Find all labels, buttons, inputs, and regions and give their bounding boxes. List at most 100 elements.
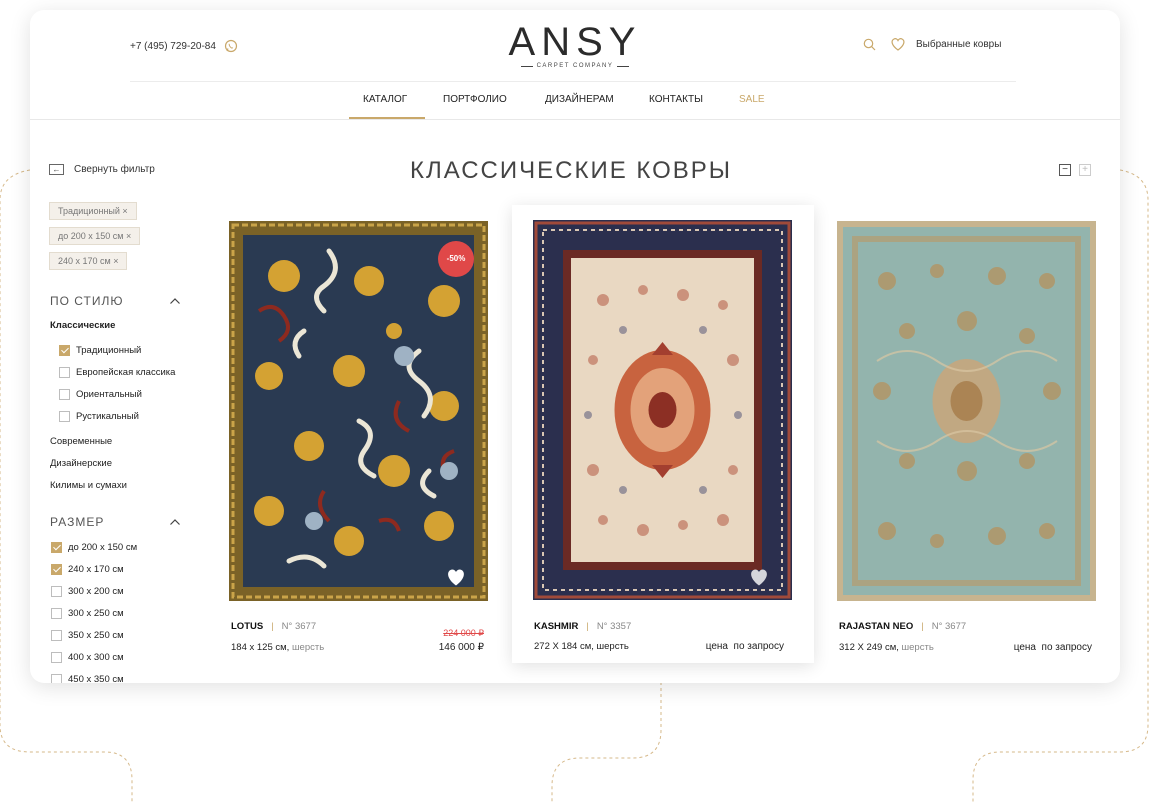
heart-icon — [891, 38, 905, 51]
separator: | — [921, 621, 924, 632]
option-label: Традиционный — [76, 345, 142, 356]
browser-window: +7 (495) 729-20-84 ANSY CARPET COMPANY В… — [30, 10, 1120, 683]
style-option-oriental[interactable]: Ориентальный — [59, 389, 142, 400]
product-name[interactable]: LOTUS — [231, 621, 263, 632]
product-price: цена по запросу — [705, 641, 784, 652]
zoom-in-button[interactable]: + — [1079, 164, 1091, 176]
checkbox[interactable] — [51, 586, 62, 597]
checkbox[interactable] — [59, 411, 70, 422]
active-filter-tag[interactable]: Традиционный × — [49, 202, 137, 220]
product-price: 146 000 ₽ — [438, 642, 484, 653]
discount-badge: -50% — [438, 241, 474, 277]
product-material: шерсть — [596, 641, 629, 652]
product-card-lotus[interactable]: -50% LOTUS | N° 3677 224 000 ₽ 184 x 125… — [229, 221, 489, 661]
view-toggle: − + — [1059, 164, 1091, 176]
arrow-left-icon: ← — [49, 164, 64, 175]
header-phone[interactable]: +7 (495) 729-20-84 — [130, 39, 238, 53]
checkbox[interactable] — [59, 367, 70, 378]
page-title: КЛАССИЧЕСКИЕ КОВРЫ — [410, 157, 733, 184]
logo-text: ANSY — [508, 20, 642, 64]
checkbox[interactable] — [51, 542, 62, 553]
old-price: 224 000 ₽ — [443, 628, 484, 638]
product-image[interactable] — [837, 221, 1096, 601]
style-group-classic[interactable]: Классические — [50, 320, 115, 331]
product-name[interactable]: RAJASTAN NEO — [839, 621, 913, 632]
style-group-modern[interactable]: Современные — [50, 436, 112, 447]
checkbox[interactable] — [51, 564, 62, 575]
collapse-filter-button[interactable]: ← Свернуть фильтр — [49, 164, 155, 175]
checkbox[interactable] — [51, 674, 62, 683]
option-label: 400 x 300 см — [68, 652, 124, 663]
style-section-title[interactable]: ПО СТИЛЮ — [50, 294, 124, 308]
logo[interactable]: ANSY CARPET COMPANY — [508, 22, 642, 69]
size-option[interactable]: 300 x 200 см — [51, 586, 124, 597]
size-option[interactable]: 400 x 300 см — [51, 652, 124, 663]
main-nav: КАТАЛОГ ПОРТФОЛИО ДИЗАЙНЕРАМ КОНТАКТЫ SA… — [30, 94, 1120, 119]
nav-item-designers[interactable]: ДИЗАЙНЕРАМ — [545, 94, 614, 105]
page: +7 (495) 729-20-84 ANSY CARPET COMPANY В… — [0, 0, 1149, 803]
size-option[interactable]: 450 x 350 см — [51, 674, 124, 683]
product-number: N° 3677 — [281, 621, 317, 632]
header-actions: Выбранные ковры — [863, 37, 1001, 51]
header-divider — [130, 81, 1016, 82]
product-image[interactable] — [533, 220, 792, 600]
product-price: цена по запросу — [1013, 642, 1092, 653]
option-label: 300 x 250 см — [68, 608, 124, 619]
zoom-out-button[interactable]: − — [1059, 164, 1071, 176]
collapse-filter-label: Свернуть фильтр — [74, 164, 155, 175]
nav-item-contacts[interactable]: КОНТАКТЫ — [649, 94, 703, 105]
favorite-heart-icon[interactable] — [445, 567, 467, 587]
style-group-kilims[interactable]: Килимы и сумахи — [50, 480, 127, 491]
product-size: 312 X 249 см, — [839, 642, 899, 653]
nav-item-catalog[interactable]: КАТАЛОГ — [363, 94, 407, 105]
checkbox[interactable] — [59, 389, 70, 400]
active-filter-tag[interactable]: до 200 x 150 см × — [49, 227, 141, 245]
phone-number[interactable]: +7 (495) 729-20-84 — [130, 41, 216, 52]
product-number: N° 3357 — [596, 621, 632, 632]
option-label: 350 x 250 см — [68, 630, 124, 641]
checkbox[interactable] — [59, 345, 70, 356]
option-label: Ориентальный — [76, 389, 142, 400]
style-group-designer[interactable]: Дизайнерские — [50, 458, 112, 469]
option-label: Рустикальный — [76, 411, 139, 422]
size-option[interactable]: до 200 x 150 см — [51, 542, 137, 553]
size-option[interactable]: 350 x 250 см — [51, 630, 124, 641]
search-icon[interactable] — [863, 38, 876, 51]
separator: | — [586, 621, 589, 632]
checkbox[interactable] — [51, 608, 62, 619]
rug-lotus-image — [229, 221, 488, 601]
favorite-heart-icon[interactable] — [748, 567, 770, 587]
product-title: RAJASTAN NEO | N° 3677 — [839, 621, 966, 632]
product-number: N° 3677 — [931, 621, 967, 632]
nav-item-sale[interactable]: SALE — [739, 94, 765, 105]
product-material: шерсть — [291, 642, 325, 653]
option-label: 300 x 200 см — [68, 586, 124, 597]
rug-kashmir-image — [533, 220, 792, 600]
product-specs: 312 X 249 см, шерсть — [839, 642, 934, 653]
nav-item-portfolio[interactable]: ПОРТФОЛИО — [443, 94, 507, 105]
option-label: 240 x 170 см — [68, 564, 124, 575]
style-option-european[interactable]: Европейская классика — [59, 367, 175, 378]
style-option-rustic[interactable]: Рустикальный — [59, 411, 139, 422]
product-specs: 272 X 184 см, шерсть — [534, 641, 629, 652]
size-section-title[interactable]: РАЗМЕР — [50, 515, 104, 529]
size-option[interactable]: 300 x 250 см — [51, 608, 124, 619]
product-size: 272 X 184 см, — [534, 641, 594, 652]
option-label: 450 x 350 см — [68, 674, 124, 683]
product-image[interactable] — [229, 221, 488, 601]
favorites-link[interactable]: Выбранные ковры — [890, 37, 1001, 51]
style-option-traditional[interactable]: Традиционный — [59, 345, 141, 356]
size-option[interactable]: 240 x 170 см — [51, 564, 124, 575]
rug-rajastan-image — [837, 221, 1096, 601]
whatsapp-icon[interactable] — [224, 39, 238, 53]
product-material: шерсть — [901, 642, 934, 653]
nav-divider — [30, 119, 1120, 120]
chevron-up-icon[interactable] — [170, 519, 180, 525]
checkbox[interactable] — [51, 652, 62, 663]
product-card-kashmir[interactable]: KASHMIR | N° 3357 272 X 184 см, шерсть ц… — [512, 205, 814, 663]
product-card-rajastan-neo[interactable]: RAJASTAN NEO | N° 3677 312 X 249 см, шер… — [837, 221, 1097, 661]
product-name[interactable]: KASHMIR — [534, 621, 578, 632]
checkbox[interactable] — [51, 630, 62, 641]
active-filter-tag[interactable]: 240 x 170 см × — [49, 252, 128, 270]
chevron-up-icon[interactable] — [170, 298, 180, 304]
